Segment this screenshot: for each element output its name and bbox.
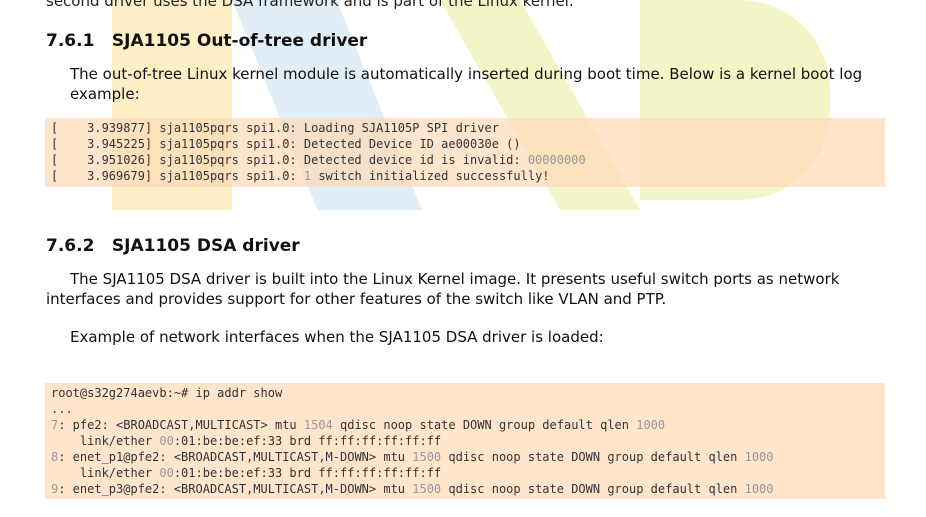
code-text: :01:be:be:ef:33 brd ff:ff:ff:ff:ff:ff (173, 466, 442, 480)
code-text: link/ether (51, 466, 160, 480)
section-title: SJA1105 Out-of-tree driver (111, 31, 368, 51)
code-line: ... (51, 401, 885, 417)
code-line: link/ether 00:01:be:be:ef:33 brd ff:ff:f… (51, 433, 885, 449)
code-number-literal: 00 (159, 434, 174, 448)
code-text: : pfe2: <BROADCAST,MULTICAST> mtu (58, 418, 304, 432)
section-number: 7.6.1 (46, 31, 95, 51)
code-line: [ 3.939877] sja1105pqrs spi1.0: Loading … (51, 120, 885, 136)
code-text: ... (51, 402, 73, 416)
section-heading-7-6-2: 7.6.2 SJA1105 DSA driver (46, 236, 300, 256)
code-text: link/ether (51, 434, 160, 448)
code-line: link/ether 00:01:be:be:ef:33 brd ff:ff:f… (51, 465, 885, 481)
code-number-literal: 00 (159, 466, 174, 480)
code-text: [ 3.969679] sja1105pqrs spi1.0: (51, 169, 304, 183)
code-text: : enet_p1@pfe2: <BROADCAST,MULTICAST,M-D… (58, 450, 413, 464)
section-paragraph: The out-of-tree Linux kernel module is a… (70, 65, 863, 103)
code-text: : enet_p3@pfe2: <BROADCAST,MULTICAST,M-D… (58, 482, 413, 496)
code-text: qdisc noop state DOWN group default qlen (332, 418, 637, 432)
document-page: second driver uses the DSA framework and… (0, 0, 926, 517)
code-number-literal: 1504 (303, 418, 333, 432)
code-line: [ 3.945225] sja1105pqrs spi1.0: Detected… (51, 136, 885, 152)
code-text: root@s32g274aevb:~# ip addr show (51, 386, 283, 400)
section-number: 7.6.2 (46, 236, 95, 256)
section-paragraph: Example of network interfaces when the S… (70, 328, 604, 346)
code-text: qdisc noop state DOWN group default qlen (441, 450, 745, 464)
code-line: 8: enet_p1@pfe2: <BROADCAST,MULTICAST,M-… (51, 449, 885, 465)
code-number-literal: 1000 (744, 450, 774, 464)
ip-addr-code-block: root@s32g274aevb:~# ip addr show... 7: pf… (45, 383, 885, 499)
code-line: 7: pfe2: <BROADCAST,MULTICAST> mtu 1504 … (51, 417, 885, 433)
code-number-literal: 1000 (744, 482, 774, 496)
code-number-literal: 1500 (412, 450, 442, 464)
code-line: 9: enet_p3@pfe2: <BROADCAST,MULTICAST,M-… (51, 481, 885, 497)
code-line: [ 3.969679] sja1105pqrs spi1.0: 1 switch… (51, 168, 885, 184)
section-heading-7-6-1: 7.6.1 SJA1105 Out-of-tree driver (46, 31, 367, 51)
code-text: [ 3.951026] sja1105pqrs spi1.0: Detected… (51, 153, 528, 167)
code-number-literal: 1500 (412, 482, 442, 496)
previous-paragraph-fragment: second driver uses the DSA framework and… (46, 0, 574, 10)
code-text: [ 3.945225] sja1105pqrs spi1.0: Detected… (51, 137, 521, 151)
code-text: switch initialized successfully! (311, 169, 550, 183)
code-text: :01:be:be:ef:33 brd ff:ff:ff:ff:ff:ff (173, 434, 442, 448)
code-number-literal: 1000 (636, 418, 666, 432)
section-title: SJA1105 DSA driver (111, 236, 300, 256)
section-paragraph: The SJA1105 DSA driver is built into the… (46, 270, 840, 308)
code-line: [ 3.951026] sja1105pqrs spi1.0: Detected… (51, 152, 885, 168)
code-line: root@s32g274aevb:~# ip addr show (51, 385, 885, 401)
code-number-literal: 00000000 (527, 153, 586, 167)
boot-log-code-block: [ 3.939877] sja1105pqrs spi1.0: Loading … (45, 118, 885, 187)
code-text: [ 3.939877] sja1105pqrs spi1.0: Loading … (51, 121, 499, 135)
code-text: qdisc noop state DOWN group default qlen (441, 482, 745, 496)
